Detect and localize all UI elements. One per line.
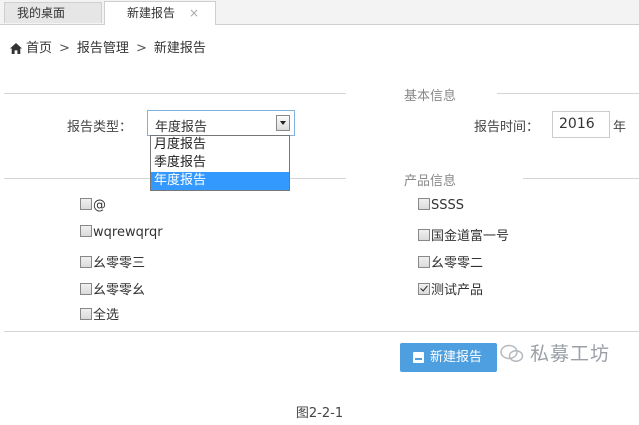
tab-my-desktop[interactable]: 我的桌面 bbox=[4, 2, 102, 23]
section-title-product: 产品信息 bbox=[398, 170, 463, 189]
figure-caption: 图2-2-1 bbox=[295, 406, 344, 421]
checkbox[interactable] bbox=[80, 198, 92, 210]
year-input[interactable]: 2016 bbox=[552, 111, 610, 138]
product-checkbox[interactable]: 幺零零幺 bbox=[80, 279, 145, 298]
year-unit: 年 bbox=[613, 120, 627, 135]
breadcrumb-separator: > bbox=[59, 41, 70, 56]
product-checkbox[interactable]: 测试产品 bbox=[418, 279, 483, 298]
checkbox-label: wqrewqrqr bbox=[93, 225, 163, 240]
checkbox-label: 国金道富一号 bbox=[431, 229, 510, 244]
checkbox-checked[interactable] bbox=[418, 283, 430, 295]
option-annual[interactable]: 年度报告 bbox=[151, 172, 289, 190]
breadcrumb-home[interactable]: 首页 bbox=[26, 41, 52, 56]
save-icon bbox=[413, 352, 424, 363]
wechat-icon bbox=[500, 344, 524, 369]
report-type-value: 年度报告 bbox=[155, 120, 208, 135]
option-quarterly[interactable]: 季度报告 bbox=[151, 154, 289, 172]
product-checkbox[interactable]: 幺零零二 bbox=[418, 252, 483, 271]
report-type-select[interactable]: 年度报告 bbox=[147, 110, 295, 136]
checkbox[interactable] bbox=[80, 225, 92, 237]
checkbox-label: @ bbox=[93, 198, 106, 213]
breadcrumb-report-management[interactable]: 报告管理 bbox=[77, 41, 129, 56]
divider bbox=[4, 331, 639, 332]
checkbox[interactable] bbox=[418, 256, 430, 268]
report-type-label: 报告类型： bbox=[67, 120, 133, 135]
create-report-button[interactable]: 新建报告 bbox=[400, 343, 497, 372]
checkbox[interactable] bbox=[80, 283, 92, 295]
checkbox-label: SSSS bbox=[431, 198, 465, 213]
checkbox[interactable] bbox=[418, 198, 430, 210]
section-title-basic: 基本信息 bbox=[398, 85, 463, 104]
home-icon bbox=[10, 43, 22, 58]
tab-new-report[interactable]: 新建报告 × bbox=[104, 1, 216, 25]
product-checkbox[interactable]: wqrewqrqr bbox=[80, 225, 163, 240]
tab-bar: 我的桌面 新建报告 × bbox=[0, 0, 639, 25]
watermark-text: 私募工坊 bbox=[530, 343, 611, 365]
checkbox-label: 测试产品 bbox=[431, 283, 484, 298]
checkbox[interactable] bbox=[80, 308, 92, 320]
breadcrumb-new-report: 新建报告 bbox=[153, 41, 206, 56]
button-label: 新建报告 bbox=[430, 350, 483, 365]
divider bbox=[523, 178, 639, 179]
report-type-dropdown: 月度报告 季度报告 年度报告 bbox=[150, 135, 290, 191]
checkbox[interactable] bbox=[418, 229, 430, 241]
breadcrumb: 首页 > 报告管理 > 新建报告 bbox=[10, 37, 206, 58]
checkbox-label: 幺零零二 bbox=[431, 256, 484, 271]
breadcrumb-separator: > bbox=[135, 41, 147, 56]
checkbox[interactable] bbox=[80, 256, 92, 268]
chevron-down-icon[interactable] bbox=[276, 115, 290, 131]
checkbox-label: 幺零零幺 bbox=[93, 283, 146, 298]
tab-label: 我的桌面 bbox=[17, 6, 66, 20]
report-time-label: 报告时间： bbox=[474, 120, 540, 135]
watermark: 私募工坊 bbox=[500, 339, 610, 369]
divider bbox=[4, 93, 346, 94]
tab-label: 新建报告 bbox=[127, 6, 176, 20]
product-checkbox[interactable]: SSSS bbox=[418, 198, 464, 213]
divider bbox=[497, 93, 639, 94]
close-icon[interactable]: × bbox=[189, 2, 199, 24]
option-monthly[interactable]: 月度报告 bbox=[151, 136, 289, 154]
product-checkbox[interactable]: 幺零零三 bbox=[80, 252, 145, 271]
product-checkbox[interactable]: 国金道富一号 bbox=[418, 225, 509, 244]
checkbox-label: 全选 bbox=[93, 308, 120, 323]
product-checkbox[interactable]: @ bbox=[80, 198, 106, 213]
checkbox-label: 幺零零三 bbox=[93, 256, 146, 271]
select-all-checkbox[interactable]: 全选 bbox=[80, 304, 119, 323]
